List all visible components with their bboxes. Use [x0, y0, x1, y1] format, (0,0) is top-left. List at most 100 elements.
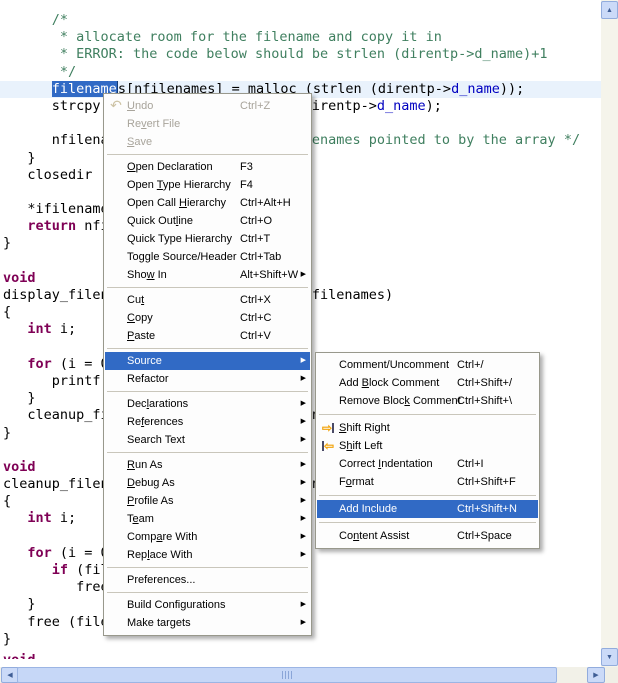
- menu-item-shift-right[interactable]: ⇨Shift Right: [317, 419, 538, 437]
- menu-item-label: Add Block Comment: [339, 377, 439, 389]
- scrollbar-corner: [606, 667, 618, 683]
- menu-item-label: Show In: [127, 269, 167, 281]
- menu-separator: [107, 348, 308, 349]
- menu-item-accelerator: Alt+Shift+W: [240, 269, 298, 281]
- menu-item-refactor[interactable]: Refactor▶: [105, 370, 310, 388]
- menu-item-debug-as[interactable]: Debug As ▶: [105, 474, 310, 492]
- menu-item-label: Preferences...: [127, 574, 195, 586]
- code-line: */: [3, 64, 601, 81]
- menu-item-add-include[interactable]: Add IncludeCtrl+Shift+N: [317, 500, 538, 518]
- menu-separator: [319, 522, 536, 523]
- horizontal-scrollbar-thumb[interactable]: [17, 667, 557, 683]
- menu-item-label: Team: [127, 513, 154, 525]
- menu-item-undo[interactable]: ↶Undo Ctrl+Z: [105, 97, 310, 115]
- menu-item-search-text[interactable]: Search Text▶: [105, 431, 310, 449]
- menu-item-add-block-comment[interactable]: Add Block Comment Ctrl+Shift+/: [317, 374, 538, 392]
- menu-item-compare-with[interactable]: Compare With▶: [105, 528, 310, 546]
- submenu-arrow-icon: ▶: [301, 474, 306, 492]
- menu-item-label: Make targets: [127, 617, 191, 629]
- menu-item-accelerator: Ctrl+/: [457, 359, 484, 371]
- menu-item-format[interactable]: FormatCtrl+Shift+F: [317, 473, 538, 491]
- menu-item-team[interactable]: Team▶: [105, 510, 310, 528]
- horizontal-scrollbar[interactable]: ◀ ▶: [0, 667, 606, 683]
- menu-item-run-as[interactable]: Run As ▶: [105, 456, 310, 474]
- menu-item-open-call-hierarchy[interactable]: Open Call HierarchyCtrl+Alt+H: [105, 194, 310, 212]
- menu-item-accelerator: Ctrl+O: [240, 215, 272, 227]
- menu-item-toggle-source-header[interactable]: Toggle Source/HeaderCtrl+Tab: [105, 248, 310, 266]
- menu-item-make-targets[interactable]: Make targets ▶: [105, 614, 310, 632]
- menu-item-accelerator: Ctrl+Tab: [240, 251, 281, 263]
- menu-item-preferences[interactable]: Preferences...: [105, 571, 310, 589]
- menu-item-label: Add Include: [339, 503, 397, 515]
- menu-item-cut[interactable]: Cut Ctrl+X: [105, 291, 310, 309]
- shift-left-icon: ⇦: [317, 437, 339, 456]
- menu-item-accelerator: Ctrl+Shift+\: [457, 395, 512, 407]
- eclipse-editor-screen: /* * allocate room for the filename and …: [0, 0, 618, 683]
- menu-item-revert-file[interactable]: Revert File: [105, 115, 310, 133]
- menu-item-build-configurations[interactable]: Build Configurations▶: [105, 596, 310, 614]
- menu-item-label: References: [127, 416, 183, 428]
- menu-item-content-assist[interactable]: Content AssistCtrl+Space: [317, 527, 538, 545]
- menu-item-accelerator: Ctrl+Shift+F: [457, 476, 516, 488]
- menu-item-accelerator: Ctrl+X: [240, 294, 271, 306]
- menu-item-save[interactable]: Save: [105, 133, 310, 151]
- scroll-right-button[interactable]: ▶: [587, 667, 605, 683]
- menu-separator: [319, 495, 536, 496]
- menu-item-source[interactable]: Source▶: [105, 352, 310, 370]
- menu-item-label: Shift Right: [339, 422, 390, 434]
- menu-item-replace-with[interactable]: Replace With▶: [105, 546, 310, 564]
- vertical-scrollbar[interactable]: ▲ ▼: [601, 0, 618, 667]
- menu-item-open-declaration[interactable]: Open DeclarationF3: [105, 158, 310, 176]
- menu-item-show-in[interactable]: Show In Alt+Shift+W▶: [105, 266, 310, 284]
- submenu-arrow-icon: ▶: [301, 266, 306, 284]
- code-line: /*: [3, 12, 601, 29]
- menu-item-label: Undo: [127, 100, 153, 112]
- menu-item-label: Remove Block Comment: [339, 395, 461, 407]
- menu-item-label: Open Declaration: [127, 161, 213, 173]
- menu-item-label: Profile As: [127, 495, 173, 507]
- editor-context-menu: ↶Undo Ctrl+Z Revert File Save Open Declarati…: [103, 93, 312, 636]
- menu-item-label: Correct Indentation: [339, 458, 433, 470]
- undo-icon: ↶: [105, 96, 127, 116]
- menu-item-label: Save: [127, 136, 152, 148]
- menu-item-profile-as[interactable]: Profile As▶: [105, 492, 310, 510]
- submenu-arrow-icon: ▶: [301, 352, 306, 370]
- shift-right-icon: ⇨: [317, 419, 339, 438]
- menu-item-open-type-hierarchy[interactable]: Open Type Hierarchy F4: [105, 176, 310, 194]
- menu-item-accelerator: Ctrl+C: [240, 312, 271, 324]
- menu-item-label: Quick Outline: [127, 215, 193, 227]
- menu-item-label: Content Assist: [339, 530, 409, 542]
- menu-item-quick-type-hierarchy[interactable]: Quick Type HierarchyCtrl+T: [105, 230, 310, 248]
- menu-item-remove-block-comment[interactable]: Remove Block CommentCtrl+Shift+\: [317, 392, 538, 410]
- code-line: * allocate room for the filename and cop…: [3, 29, 601, 46]
- menu-separator: [107, 154, 308, 155]
- scroll-up-button[interactable]: ▲: [601, 1, 618, 19]
- menu-item-accelerator: F4: [240, 179, 253, 191]
- menu-item-label: Copy: [127, 312, 153, 324]
- menu-item-accelerator: Ctrl+Z: [240, 100, 270, 112]
- menu-item-accelerator: Ctrl+I: [457, 458, 484, 470]
- menu-item-quick-outline[interactable]: Quick Outline Ctrl+O: [105, 212, 310, 230]
- menu-item-copy[interactable]: Copy Ctrl+C: [105, 309, 310, 327]
- menu-item-references[interactable]: References▶: [105, 413, 310, 431]
- submenu-arrow-icon: ▶: [301, 546, 306, 564]
- menu-item-label: Comment/Uncomment: [339, 359, 449, 371]
- menu-item-label: Revert File: [127, 118, 180, 130]
- menu-item-label: Quick Type Hierarchy: [127, 233, 232, 245]
- menu-item-label: Debug As: [127, 477, 175, 489]
- scroll-down-button[interactable]: ▼: [601, 648, 618, 666]
- menu-item-label: Cut: [127, 294, 144, 306]
- submenu-arrow-icon: ▶: [301, 614, 306, 632]
- menu-item-accelerator: Ctrl+Shift+/: [457, 377, 512, 389]
- menu-item-label: Run As: [127, 459, 162, 471]
- submenu-arrow-icon: ▶: [301, 456, 306, 474]
- menu-item-correct-indentation[interactable]: Correct Indentation Ctrl+I: [317, 455, 538, 473]
- menu-item-declarations[interactable]: Declarations▶: [105, 395, 310, 413]
- menu-item-paste[interactable]: PasteCtrl+V: [105, 327, 310, 345]
- menu-item-accelerator: Ctrl+V: [240, 330, 271, 342]
- menu-item-label: Open Type Hierarchy: [127, 179, 231, 191]
- menu-separator: [107, 391, 308, 392]
- menu-item-accelerator: Ctrl+Alt+H: [240, 197, 291, 209]
- menu-item-shift-left[interactable]: ⇦Shift Left: [317, 437, 538, 455]
- menu-item-comment-uncomment[interactable]: Comment/Uncomment Ctrl+/: [317, 356, 538, 374]
